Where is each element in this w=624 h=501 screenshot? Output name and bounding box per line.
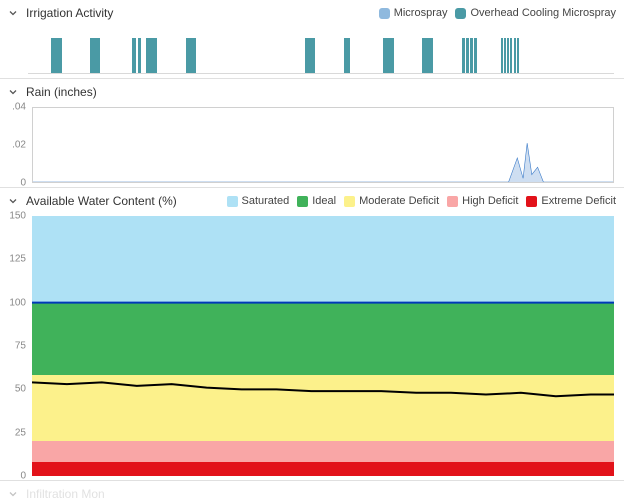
square-icon — [297, 196, 308, 207]
ytick-label: .02 — [12, 140, 26, 151]
legend-label: Extreme Deficit — [541, 195, 616, 207]
ytick-label: 0 — [20, 471, 26, 482]
square-icon — [447, 196, 458, 207]
legend-label: Overhead Cooling Microspray — [470, 7, 616, 19]
legend-saturated[interactable]: Saturated — [227, 195, 290, 207]
awc-legend: Saturated Ideal Moderate Deficit High Defic… — [227, 195, 616, 207]
ytick-label: 50 — [15, 384, 26, 395]
square-icon — [344, 196, 355, 207]
ytick-label: 0 — [20, 178, 26, 189]
chevron-down-icon[interactable] — [6, 6, 20, 20]
ytick-label: 100 — [9, 297, 26, 308]
chevron-down-icon[interactable] — [6, 194, 20, 208]
chevron-down-icon[interactable] — [6, 487, 20, 501]
irrigation-event-bar — [186, 38, 197, 73]
irrigation-event-bar — [383, 38, 394, 73]
irrigation-legend: Microspray Overhead Cooling Microspray — [379, 7, 616, 19]
rain-header: Rain (inches) — [0, 79, 624, 103]
awc-chart-wrap: 0 25 50 75 100 125 150 — [0, 212, 624, 480]
legend-ideal[interactable]: Ideal — [297, 195, 336, 207]
irrigation-event-bar — [474, 38, 477, 73]
chevron-down-icon[interactable] — [6, 85, 20, 99]
rain-title: Rain (inches) — [26, 85, 97, 99]
irrigation-chart[interactable] — [28, 26, 614, 74]
ytick-label: 125 — [9, 254, 26, 265]
legend-moderate-deficit[interactable]: Moderate Deficit — [344, 195, 439, 207]
irrigation-title: Irrigation Activity — [26, 6, 113, 20]
irrigation-event-bar — [305, 38, 316, 73]
legend-extreme-deficit[interactable]: Extreme Deficit — [526, 195, 616, 207]
irrigation-event-bar — [470, 38, 473, 73]
square-icon — [379, 8, 390, 19]
awc-header: Available Water Content (%) Saturated Ide… — [0, 188, 624, 212]
irrigation-event-bar — [90, 38, 101, 73]
irrigation-section: Irrigation Activity Microspray Overhead … — [0, 0, 624, 79]
irrigation-event-bar — [517, 38, 519, 73]
legend-label: Microspray — [394, 7, 448, 19]
irrigation-event-bar — [132, 38, 136, 73]
awc-chart[interactable] — [32, 216, 614, 476]
rain-chart[interactable] — [32, 107, 614, 183]
infiltration-title: Infiltration Mon — [26, 487, 105, 501]
irrigation-event-bar — [510, 38, 512, 73]
irrigation-event-bar — [146, 38, 157, 73]
infiltration-header: Infiltration Mon — [0, 481, 624, 501]
square-icon — [526, 196, 537, 207]
ytick-label: 75 — [15, 341, 26, 352]
rain-chart-wrap: 0 .02 .04 — [0, 103, 624, 187]
square-icon — [455, 8, 466, 19]
rain-section: Rain (inches) 0 .02 .04 — [0, 79, 624, 188]
irrigation-event-bar — [466, 38, 469, 73]
irrigation-event-bar — [138, 38, 140, 73]
ytick-label: .04 — [12, 102, 26, 113]
legend-label: High Deficit — [462, 195, 518, 207]
awc-yaxis: 0255075100125150 — [0, 216, 30, 476]
legend-label: Moderate Deficit — [359, 195, 439, 207]
legend-high-deficit[interactable]: High Deficit — [447, 195, 518, 207]
irrigation-event-bar — [462, 38, 465, 73]
legend-overhead-cooling[interactable]: Overhead Cooling Microspray — [455, 7, 616, 19]
irrigation-header: Irrigation Activity Microspray Overhead … — [0, 0, 624, 24]
legend-microspray[interactable]: Microspray — [379, 7, 448, 19]
ytick-label: 150 — [9, 211, 26, 222]
legend-label: Ideal — [312, 195, 336, 207]
square-icon — [227, 196, 238, 207]
rain-yaxis: 0.02.04 — [0, 107, 30, 183]
irrigation-event-bar — [51, 38, 62, 73]
irrigation-event-bar — [422, 38, 433, 73]
awc-section: Available Water Content (%) Saturated Ide… — [0, 188, 624, 481]
legend-label: Saturated — [242, 195, 290, 207]
irrigation-event-bar — [344, 38, 350, 73]
ytick-label: 25 — [15, 427, 26, 438]
awc-title: Available Water Content (%) — [26, 194, 177, 208]
